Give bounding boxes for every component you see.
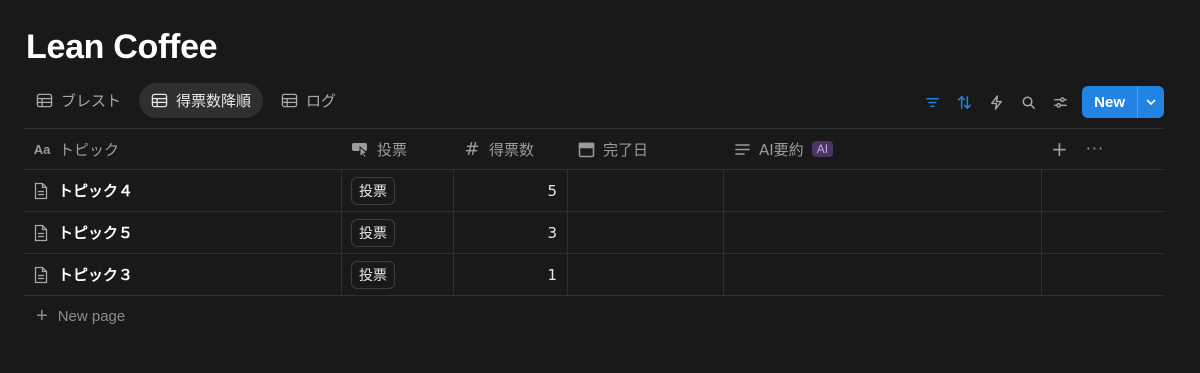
new-button-group: New [1082, 86, 1164, 118]
search-icon[interactable] [1012, 86, 1044, 118]
database-toolbar: New [916, 86, 1164, 118]
topic-cell[interactable]: トピック４ [24, 170, 342, 211]
column-label: 投票 [377, 140, 408, 159]
column-header-votes[interactable]: # 得票数 [454, 129, 568, 169]
vote-cell: 投票 [342, 254, 454, 295]
column-header-done-date[interactable]: 完了日 [568, 129, 724, 169]
table-row[interactable]: トピック５ 投票 3 [24, 212, 1164, 254]
table-icon [36, 93, 53, 108]
settings-icon[interactable] [1044, 86, 1076, 118]
topic-title: トピック３ [58, 266, 134, 284]
table-icon [281, 93, 298, 108]
filter-icon[interactable] [916, 86, 948, 118]
text-lines-icon [733, 140, 751, 158]
topic-title: トピック５ [58, 224, 134, 242]
column-label: トピック [59, 140, 120, 159]
topic-cell[interactable]: トピック３ [24, 254, 342, 295]
ai-summary-cell[interactable] [724, 212, 1042, 253]
votes-cell[interactable]: 3 [454, 212, 568, 253]
sort-icon[interactable] [948, 86, 980, 118]
table-header: Aa トピック 投票 # 得票数 完了日 AI要約 AI + ··· [24, 128, 1164, 170]
view-tabs: ブレスト 得票数降順 ログ [24, 83, 348, 118]
ai-summary-cell[interactable] [724, 254, 1042, 295]
topic-title: トピック４ [58, 182, 134, 200]
column-label: AI要約 [759, 140, 804, 159]
page-icon [34, 182, 48, 199]
vote-cell: 投票 [342, 212, 454, 253]
text-type-icon: Aa [33, 141, 51, 157]
page-title: Lean Coffee [26, 28, 218, 66]
database-table: Aa トピック 投票 # 得票数 完了日 AI要約 AI + ··· トピック４… [24, 128, 1164, 296]
tab-label: 得票数降順 [176, 92, 252, 110]
done-date-cell[interactable] [568, 170, 724, 211]
vote-button[interactable]: 投票 [351, 260, 395, 289]
column-header-topic[interactable]: Aa トピック [24, 129, 342, 169]
table-row[interactable]: トピック４ 投票 5 [24, 170, 1164, 212]
automation-icon[interactable] [980, 86, 1012, 118]
tab-votes-desc[interactable]: 得票数降順 [139, 83, 264, 118]
empty-cell [1042, 170, 1164, 211]
empty-cell [1042, 212, 1164, 253]
button-icon [351, 140, 369, 158]
vote-cell: 投票 [342, 170, 454, 211]
votes-cell[interactable]: 1 [454, 254, 568, 295]
tab-label: ブレスト [61, 92, 122, 110]
column-header-vote[interactable]: 投票 [342, 129, 454, 169]
empty-cell [1042, 254, 1164, 295]
column-label: 得票数 [489, 140, 535, 159]
vote-button[interactable]: 投票 [351, 176, 395, 205]
table-icon [151, 93, 168, 108]
new-page-label: New page [57, 307, 126, 325]
page-icon [34, 266, 48, 283]
done-date-cell[interactable] [568, 212, 724, 253]
column-label: 完了日 [603, 140, 649, 159]
ai-badge: AI [811, 141, 834, 157]
column-actions: + ··· [1042, 129, 1164, 169]
table-row[interactable]: トピック３ 投票 1 [24, 254, 1164, 296]
plus-icon: + [36, 305, 48, 327]
tab-brainstorm[interactable]: ブレスト [24, 83, 133, 118]
votes-cell[interactable]: 5 [454, 170, 568, 211]
tab-log[interactable]: ログ [269, 83, 348, 118]
vote-button[interactable]: 投票 [351, 218, 395, 247]
topic-cell[interactable]: トピック５ [24, 212, 342, 253]
number-icon: # [464, 138, 480, 160]
chevron-down-icon [1146, 99, 1156, 105]
page-icon [34, 224, 48, 241]
column-header-ai-summary[interactable]: AI要約 AI [724, 129, 1042, 169]
ai-summary-cell[interactable] [724, 170, 1042, 211]
tab-label: ログ [306, 92, 337, 110]
add-column-icon[interactable]: + [1051, 139, 1068, 159]
new-button[interactable]: New [1082, 86, 1137, 118]
more-options-icon[interactable]: ··· [1086, 141, 1104, 157]
calendar-icon [577, 140, 595, 158]
done-date-cell[interactable] [568, 254, 724, 295]
new-page-button[interactable]: + New page [36, 306, 125, 326]
new-dropdown-button[interactable] [1137, 86, 1164, 118]
